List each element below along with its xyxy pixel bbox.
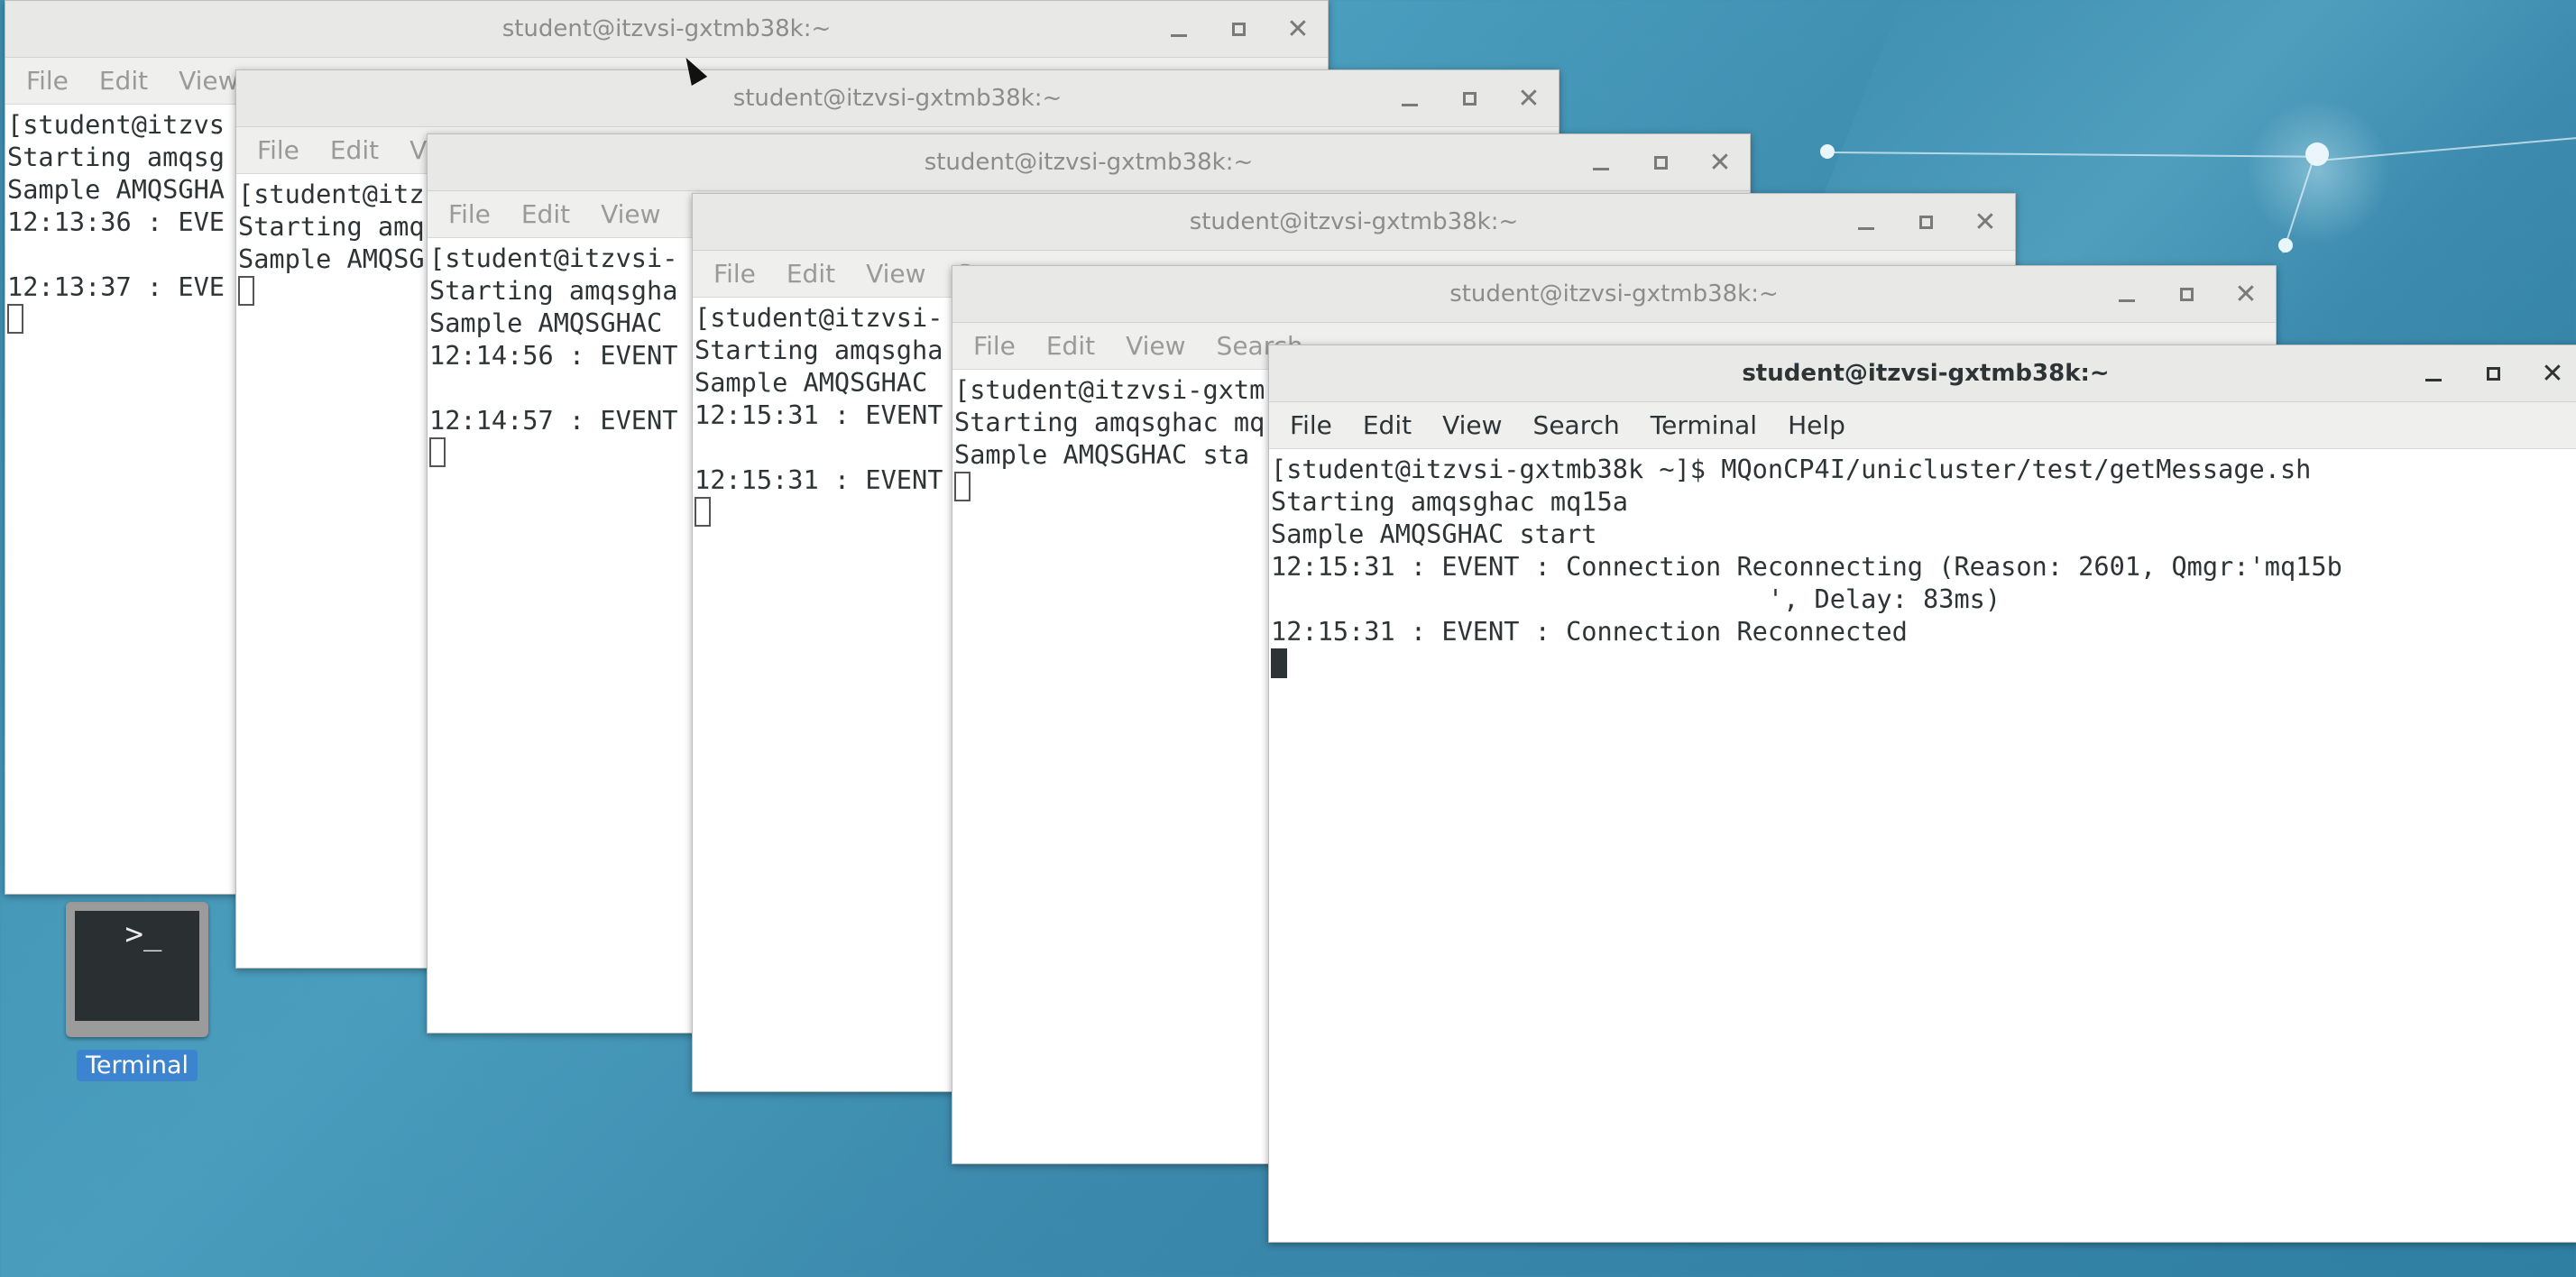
menu-file[interactable]: File <box>1274 410 1348 440</box>
close-button[interactable]: ✕ <box>1499 70 1559 127</box>
minimize-button[interactable] <box>1571 134 1631 191</box>
close-icon: ✕ <box>1286 13 1310 45</box>
terminal-desktop-icon[interactable]: >_ Terminal <box>63 902 211 1081</box>
window-title: student@itzvsi-gxtmb38k:~ <box>924 149 1254 176</box>
menu-help[interactable]: Help <box>1772 410 1861 440</box>
text-cursor <box>429 437 446 467</box>
maximize-icon <box>1653 156 1668 170</box>
menu-view[interactable]: View <box>1110 331 1201 361</box>
maximize-icon <box>1231 23 1246 36</box>
menu-edit[interactable]: Edit <box>84 66 163 96</box>
text-cursor <box>954 472 971 501</box>
wallpaper-dot <box>2305 142 2329 166</box>
menu-file[interactable]: File <box>242 135 315 165</box>
minimize-icon <box>1858 227 1874 230</box>
menubar: File Edit View Search Terminal Help <box>1269 402 2576 449</box>
terminal-output[interactable]: [student@itzvsi-gxtmb38k ~]$ MQonCP4I/un… <box>1269 449 2576 680</box>
window-titlebar[interactable]: student@itzvsi-gxtmb38k:~ ✕ <box>952 266 2276 323</box>
terminal-line: Starting amqsghac mq15a <box>1271 486 1628 517</box>
window-titlebar[interactable]: student@itzvsi-gxtmb38k:~ ✕ <box>693 194 2015 251</box>
menu-file[interactable]: File <box>11 66 84 96</box>
window-title: student@itzvsi-gxtmb38k:~ <box>1742 360 2110 387</box>
close-icon: ✕ <box>2541 357 2564 390</box>
minimize-button[interactable] <box>1149 1 1209 58</box>
terminal-line: [student@itzvsi-gxtmb38k ~]$ MQonCP4I/un… <box>1271 454 2312 484</box>
maximize-icon <box>1918 216 1933 229</box>
menu-edit[interactable]: Edit <box>771 259 851 289</box>
window-title: student@itzvsi-gxtmb38k:~ <box>732 85 1063 112</box>
terminal-icon-glyph: >_ <box>75 911 199 1021</box>
close-button[interactable]: ✕ <box>2523 345 2576 402</box>
close-button[interactable]: ✕ <box>1268 1 1328 58</box>
terminal-window-active[interactable]: student@itzvsi-gxtmb38k:~ ✕ File Edit Vi… <box>1268 345 2576 1243</box>
maximize-icon <box>1462 92 1477 106</box>
terminal-line: 12:15:31 : EVENT : Connection Reconnecti… <box>1271 551 2342 582</box>
terminal-line: 12:15:31 : EVENT : Connection Reconnecte… <box>1271 616 1908 647</box>
close-icon: ✕ <box>1708 146 1732 179</box>
minimize-button[interactable] <box>1380 70 1440 127</box>
menu-file[interactable]: File <box>433 199 506 229</box>
menu-terminal[interactable]: Terminal <box>1635 410 1772 440</box>
minimize-icon <box>2425 379 2442 381</box>
text-cursor <box>238 276 254 306</box>
window-titlebar[interactable]: student@itzvsi-gxtmb38k:~ ✕ <box>428 134 1750 191</box>
close-button[interactable]: ✕ <box>2216 266 2276 323</box>
maximize-icon <box>2486 367 2500 381</box>
minimize-button[interactable] <box>2097 266 2157 323</box>
menu-edit[interactable]: Edit <box>506 199 585 229</box>
menu-search[interactable]: Search <box>1518 410 1635 440</box>
maximize-button[interactable] <box>1209 1 1268 58</box>
window-title: student@itzvsi-gxtmb38k:~ <box>501 15 832 42</box>
maximize-button[interactable] <box>1631 134 1690 191</box>
menu-edit[interactable]: Edit <box>315 135 394 165</box>
window-titlebar[interactable]: student@itzvsi-gxtmb38k:~ ✕ <box>236 70 1559 127</box>
window-title: student@itzvsi-gxtmb38k:~ <box>1449 280 1779 308</box>
minimize-icon <box>1402 104 1418 106</box>
text-cursor <box>1271 648 1287 678</box>
menu-view[interactable]: View <box>585 199 676 229</box>
close-icon: ✕ <box>2234 278 2258 310</box>
minimize-icon <box>1593 168 1609 170</box>
minimize-button[interactable] <box>2404 345 2463 402</box>
wallpaper-glow <box>2246 99 2390 243</box>
terminal-line: Sample AMQSGHAC start <box>1271 519 1597 549</box>
menu-file[interactable]: File <box>958 331 1031 361</box>
minimize-icon <box>1171 34 1187 37</box>
minimize-button[interactable] <box>1836 194 1896 251</box>
window-titlebar[interactable]: student@itzvsi-gxtmb38k:~ ✕ <box>5 1 1328 58</box>
terminal-line: ', Delay: 83ms) <box>1271 583 2001 614</box>
close-icon: ✕ <box>1973 206 1997 238</box>
menu-view[interactable]: View <box>1427 410 1517 440</box>
maximize-button[interactable] <box>2463 345 2523 402</box>
maximize-button[interactable] <box>2157 266 2216 323</box>
close-icon: ✕ <box>1517 82 1541 115</box>
menu-edit[interactable]: Edit <box>1031 331 1110 361</box>
text-cursor <box>695 497 711 527</box>
window-titlebar[interactable]: student@itzvsi-gxtmb38k:~ ✕ <box>1269 345 2576 402</box>
menu-edit[interactable]: Edit <box>1348 410 1427 440</box>
maximize-icon <box>2179 288 2194 301</box>
minimize-icon <box>2119 299 2135 302</box>
close-button[interactable]: ✕ <box>1955 194 2015 251</box>
window-title: student@itzvsi-gxtmb38k:~ <box>1189 208 1519 235</box>
close-button[interactable]: ✕ <box>1690 134 1750 191</box>
desktop-icon-label: Terminal <box>76 1050 198 1081</box>
text-cursor <box>7 304 23 334</box>
menu-view[interactable]: View <box>851 259 941 289</box>
menu-file[interactable]: File <box>698 259 771 289</box>
maximize-button[interactable] <box>1896 194 1955 251</box>
maximize-button[interactable] <box>1440 70 1499 127</box>
terminal-icon: >_ <box>66 902 208 1037</box>
